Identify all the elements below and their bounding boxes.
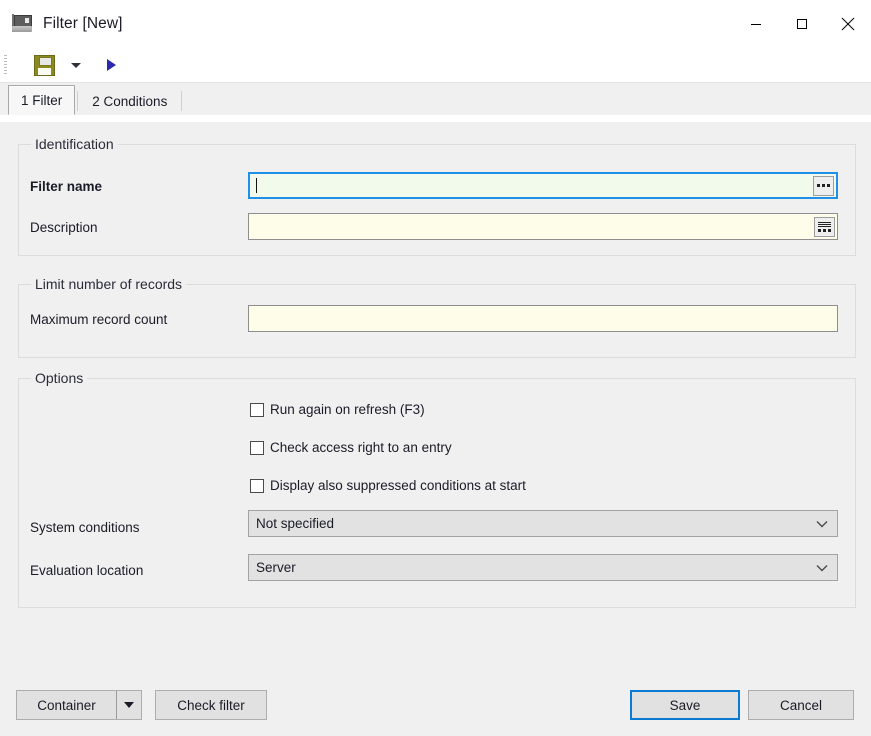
minimize-button[interactable] bbox=[733, 0, 779, 48]
filter-name-browse-button[interactable] bbox=[813, 175, 834, 196]
maximum-record-count-label: Maximum record count bbox=[30, 312, 168, 327]
checkbox-run-again-on-refresh[interactable]: Run again on refresh (F3) bbox=[250, 402, 425, 417]
k2-app-icon bbox=[12, 13, 34, 35]
checkbox-box bbox=[250, 440, 264, 455]
maximize-icon bbox=[797, 19, 807, 29]
save-toolbar-button[interactable] bbox=[31, 51, 58, 79]
window-controls bbox=[733, 0, 871, 48]
tab-separator bbox=[77, 91, 79, 111]
description-input[interactable] bbox=[248, 213, 838, 240]
close-icon bbox=[841, 17, 855, 31]
checkbox-box bbox=[250, 478, 264, 493]
chevron-down-icon bbox=[816, 520, 828, 527]
limit-records-group-title: Limit number of records bbox=[31, 276, 187, 292]
form-content: Identification Filter name Description L… bbox=[0, 122, 871, 736]
save-button[interactable]: Save bbox=[630, 690, 740, 720]
text-caret bbox=[256, 178, 257, 193]
tab-strip: 1 Filter 2 Conditions bbox=[0, 83, 871, 115]
system-conditions-select[interactable]: Not specified bbox=[248, 510, 838, 537]
filter-name-label: Filter name bbox=[30, 179, 103, 194]
maximum-record-count-input[interactable] bbox=[248, 305, 838, 332]
cancel-button-label: Cancel bbox=[779, 697, 823, 713]
checkbox-label: Run again on refresh (F3) bbox=[270, 402, 425, 417]
description-label: Description bbox=[30, 220, 98, 235]
run-button[interactable] bbox=[98, 51, 125, 79]
tab-filter[interactable]: 1 Filter bbox=[8, 85, 76, 115]
chevron-down-icon bbox=[816, 564, 828, 571]
window-title: Filter [New] bbox=[43, 15, 123, 32]
close-button[interactable] bbox=[825, 0, 871, 48]
identification-group-title: Identification bbox=[31, 136, 118, 152]
minimize-icon bbox=[751, 24, 761, 25]
caret-down-icon bbox=[124, 702, 134, 708]
checkbox-label: Display also suppressed conditions at st… bbox=[270, 478, 526, 493]
filter-name-input[interactable] bbox=[248, 172, 838, 199]
cancel-button[interactable]: Cancel bbox=[748, 690, 854, 720]
maximize-button[interactable] bbox=[779, 0, 825, 48]
floppy-save-icon bbox=[34, 54, 55, 76]
evaluation-location-select[interactable]: Server bbox=[248, 554, 838, 581]
toolbar-grip[interactable] bbox=[4, 55, 7, 75]
memo-editor-icon bbox=[818, 221, 831, 227]
tab-separator bbox=[181, 91, 183, 111]
checkbox-box bbox=[250, 402, 264, 417]
save-button-label: Save bbox=[669, 697, 701, 713]
tab-filter-label: 1 Filter bbox=[21, 92, 63, 108]
container-split-button[interactable]: Container bbox=[16, 690, 142, 720]
options-group-title: Options bbox=[31, 370, 88, 386]
container-button-label: Container bbox=[37, 697, 96, 713]
tab-conditions[interactable]: 2 Conditions bbox=[80, 87, 179, 115]
toolbar bbox=[0, 48, 871, 83]
memo-editor-dots bbox=[818, 228, 831, 232]
tab-conditions-label: 2 Conditions bbox=[92, 93, 168, 109]
title-bar: Filter [New] bbox=[0, 0, 871, 48]
checkbox-label: Check access right to an entry bbox=[270, 440, 452, 455]
check-filter-button-label: Check filter bbox=[177, 697, 245, 713]
system-conditions-label: System conditions bbox=[30, 520, 140, 535]
evaluation-location-label: Evaluation location bbox=[30, 563, 144, 578]
evaluation-location-value: Server bbox=[256, 560, 296, 575]
system-conditions-value: Not specified bbox=[256, 516, 335, 531]
caret-down-icon bbox=[71, 62, 81, 68]
checkbox-check-access-right[interactable]: Check access right to an entry bbox=[250, 440, 452, 455]
checkbox-display-suppressed-conditions[interactable]: Display also suppressed conditions at st… bbox=[250, 478, 526, 493]
description-editor-button[interactable] bbox=[814, 216, 835, 237]
container-dropdown-button[interactable] bbox=[116, 691, 141, 719]
ellipsis-icon bbox=[817, 184, 830, 187]
run-play-icon bbox=[107, 59, 116, 71]
check-filter-button[interactable]: Check filter bbox=[155, 690, 267, 720]
save-dropdown-button[interactable] bbox=[58, 51, 94, 79]
